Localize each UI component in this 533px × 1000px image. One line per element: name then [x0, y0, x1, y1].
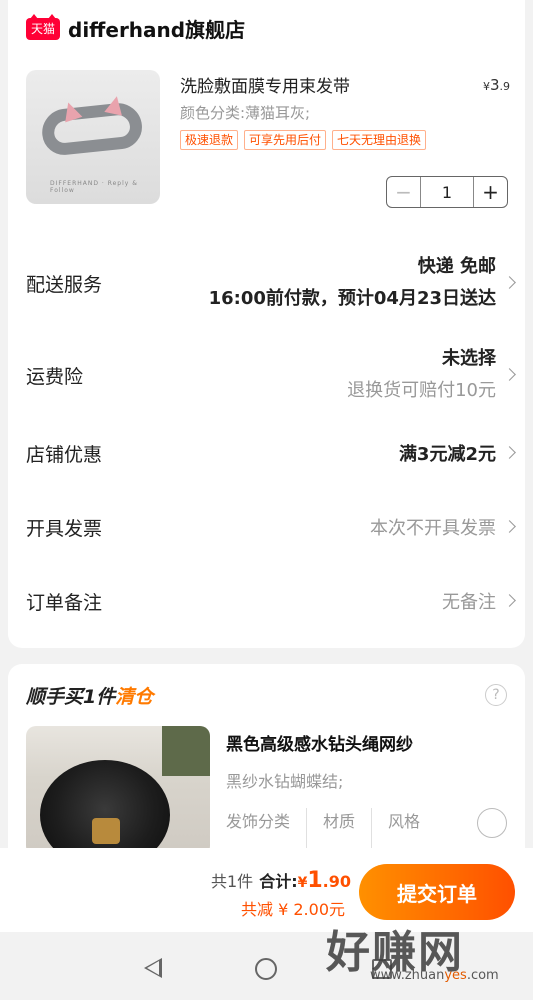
invoice-row[interactable]: 开具发票 本次不开具发票 [26, 512, 516, 542]
total-line: 共1件 合计:¥1.90 [211, 868, 351, 893]
tmall-logo: 天猫 [26, 13, 60, 40]
delivery-row[interactable]: 配送服务 快递 免邮 16:00前付款，预计04月23日送达 [26, 250, 516, 314]
product-spec[interactable]: 颜色分类:薄猫耳灰; [180, 102, 310, 123]
chevron-right-icon [503, 520, 516, 533]
order-note-value: 无备注 [442, 592, 496, 613]
addon-product-spec: 黑纱水钻蝴蝶结; [226, 772, 344, 791]
headband-graphic [39, 100, 145, 158]
tag-fast-refund: 极速退款 [180, 130, 239, 150]
delivery-label: 配送服务 [26, 274, 103, 296]
decrease-quantity-button[interactable]: − [387, 177, 421, 207]
total-integer: 1 [307, 868, 323, 893]
tag-seven-day-return: 七天无理由退换 [332, 130, 427, 150]
delivery-method: 快递 免邮 [417, 256, 496, 277]
attribute-material: 材质 [323, 808, 373, 848]
attribute-style: 风格 [388, 812, 421, 831]
item-count: 共1件 [211, 872, 254, 891]
chevron-right-icon [503, 368, 516, 381]
shop-name[interactable]: differhand旗舰店 [68, 14, 245, 43]
addon-heading-prefix: 顺手买1件 [26, 686, 116, 708]
store-coupon-value: 满3元减2元 [398, 444, 496, 465]
shipping-insurance-status: 未选择 [442, 348, 496, 369]
home-circle-icon[interactable] [255, 958, 277, 980]
service-tags: 极速退款 可享先用后付 七天无理由退换 [180, 130, 427, 150]
image-background-block [162, 726, 210, 776]
attribute-hair-accessory-type: 发饰分类 [226, 808, 308, 848]
delivery-eta: 16:00前付款，预计04月23日送达 [208, 288, 496, 309]
addon-heading: 顺手买1件清仓 [26, 682, 153, 709]
chevron-right-icon [503, 594, 516, 607]
product-price: ¥3.9 [483, 76, 510, 94]
checkout-bar: 共1件 合计:¥1.90 共减 ¥ 2.00元 提交订单 [0, 848, 533, 932]
price-currency: ¥ [482, 80, 490, 93]
chevron-right-icon [503, 446, 516, 459]
quantity-stepper: − 1 + [386, 176, 508, 208]
addon-product-image[interactable] [26, 726, 210, 856]
chevron-right-icon [503, 276, 516, 289]
product-item: DIFFERHAND · Reply & Follow 洗脸敷面膜专用束发带 ¥… [26, 70, 516, 210]
addon-select-radio[interactable] [477, 808, 507, 838]
invoice-value: 本次不开具发票 [370, 518, 496, 539]
cat-ear-right [104, 94, 126, 116]
quantity-input[interactable]: 1 [421, 177, 473, 207]
store-coupon-label: 店铺优惠 [26, 444, 103, 466]
addon-product-title[interactable]: 黑色高级感水钻头绳网纱 [226, 730, 413, 755]
shipping-insurance-desc: 退换货可赔付10元 [347, 380, 496, 401]
total-label: 合计: [259, 872, 298, 891]
shipping-insurance-label: 运费险 [26, 366, 84, 388]
submit-order-button[interactable]: 提交订单 [359, 864, 515, 920]
increase-quantity-button[interactable]: + [473, 177, 507, 207]
price-decimal: .9 [499, 80, 511, 93]
total-amount: ¥1.90 [297, 868, 351, 893]
shop-header[interactable]: 天猫 differhand旗舰店 [26, 13, 245, 43]
order-card: 天猫 differhand旗舰店 DIFFERHAND · Reply & Fo… [8, 0, 525, 648]
system-nav-bar [0, 932, 533, 1000]
recent-square-icon[interactable] [372, 959, 392, 979]
price-integer: 3 [489, 76, 500, 94]
rhinestone-graphic [92, 818, 120, 844]
total-currency: ¥ [297, 875, 308, 891]
product-title[interactable]: 洗脸敷面膜专用束发带 [180, 72, 350, 97]
order-note-row[interactable]: 订单备注 无备注 [26, 586, 516, 616]
back-triangle-icon[interactable] [144, 958, 162, 978]
invoice-label: 开具发票 [26, 518, 103, 540]
product-image-caption: DIFFERHAND · Reply & Follow [50, 180, 138, 194]
tag-pay-later: 可享先用后付 [244, 130, 327, 150]
addon-attributes: 发饰分类 材质 风格 [226, 808, 452, 848]
shipping-insurance-row[interactable]: 运费险 未选择 退换货可赔付10元 [26, 342, 516, 406]
question-circle-icon[interactable]: ? [485, 684, 507, 706]
product-image[interactable]: DIFFERHAND · Reply & Follow [26, 70, 160, 204]
discount-total: 共减 ¥ 2.00元 [241, 900, 345, 919]
addon-heading-highlight: 清仓 [115, 686, 154, 708]
order-note-label: 订单备注 [26, 592, 103, 614]
store-coupon-row[interactable]: 店铺优惠 满3元减2元 [26, 438, 516, 468]
total-decimal: .90 [322, 872, 351, 891]
